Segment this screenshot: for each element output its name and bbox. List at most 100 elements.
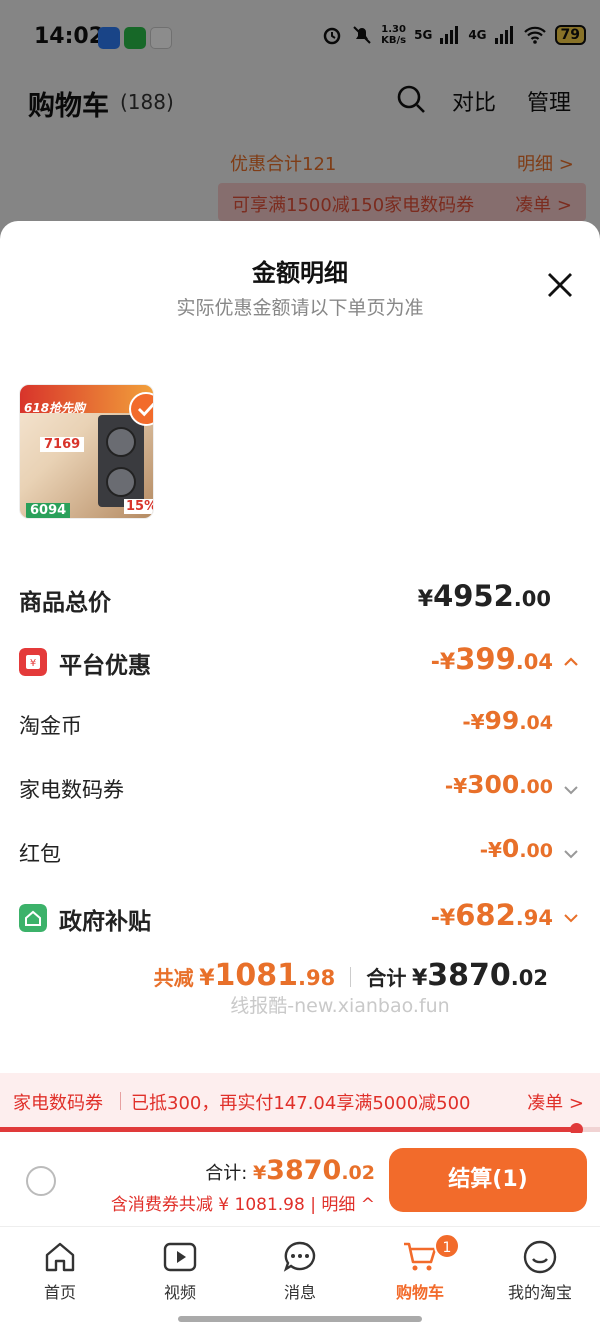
total-sum: 合计 ¥3870.02 (366, 958, 548, 993)
amount-symbol: -¥ (430, 906, 456, 931)
sum-label: 合计 (366, 966, 407, 990)
tab-messages[interactable]: 消息 (240, 1227, 360, 1309)
amount-integer: 682 (455, 898, 516, 932)
row-taojinbi: 淘金币 -¥99.04 (19, 706, 581, 746)
coupon-progress-track (0, 1123, 600, 1136)
amount-decimal: .04 (515, 650, 553, 674)
row-amount: -¥300.00 (445, 770, 553, 799)
amount-integer: 1081 (214, 958, 299, 993)
amount-decimal: .02 (510, 966, 548, 990)
divider (350, 967, 352, 987)
checkout-button[interactable]: 结算(1) (389, 1148, 587, 1212)
cart-badge: 1 (434, 1233, 460, 1259)
amount-integer: 0 (501, 834, 520, 863)
product-thumbnail[interactable]: 618抢先购 7169 6094 15% (19, 384, 154, 519)
amount-decimal: .00 (519, 776, 553, 798)
svg-text:¥: ¥ (30, 658, 36, 669)
checkout-total: 合计: ¥3870.02 (205, 1155, 375, 1186)
amount-detail-sheet: 金额明细 实际优惠金额请以下单页为准 618抢先购 7169 6094 15% … (0, 221, 600, 1333)
checkout-discount-detail[interactable]: 含消费券共减 ¥ 1081.98 | 明细 ^ (111, 1190, 375, 1215)
chevron-down-icon[interactable] (563, 782, 579, 798)
row-label: 政府补贴 (59, 909, 151, 935)
tab-cart[interactable]: 1 购物车 (360, 1227, 480, 1309)
coupon-progress-fill (0, 1127, 576, 1132)
tab-label: 消息 (283, 1283, 316, 1302)
chevron-up-icon[interactable] (563, 654, 579, 670)
row-label: 家电数码券 (19, 778, 124, 802)
profile-icon (523, 1240, 557, 1274)
chevron-down-icon[interactable] (563, 846, 579, 862)
sum-label: 合计: (205, 1163, 248, 1184)
tab-label: 我的淘宝 (507, 1283, 572, 1302)
row-amount: -¥682.94 (431, 898, 553, 932)
chevron-down-icon[interactable] (563, 910, 579, 926)
tab-label: 视频 (163, 1283, 196, 1302)
amount-integer: 4952 (433, 579, 514, 613)
home-indicator[interactable] (178, 1316, 422, 1322)
thumb-promo-badge: 618抢先购 (24, 401, 86, 415)
amount-symbol: -¥ (444, 774, 468, 798)
select-all-radio[interactable] (26, 1166, 56, 1196)
watermark: 线报酷-new.xianbao.fun (230, 995, 450, 1017)
amount-integer: 300 (467, 770, 520, 799)
coupon-action[interactable]: 凑单 > (527, 1089, 584, 1115)
tab-label: 购物车 (395, 1283, 444, 1302)
background-page: 14:02 1.30 KB/s 5G 4G 79 购物车 (188) 对比 管理 … (0, 0, 600, 235)
total-reduce: 共减 ¥1081.98 (154, 958, 336, 993)
tab-home[interactable]: 首页 (0, 1227, 120, 1309)
amount-symbol: -¥ (430, 650, 456, 675)
cart-icon (404, 1242, 437, 1271)
platform-discount-icon: ¥ (19, 648, 47, 676)
row-label: 平台优惠 (59, 653, 151, 679)
thumb-percent: 15% (124, 499, 153, 514)
amount-decimal: .04 (519, 712, 553, 734)
sheet-title: 金额明细 (252, 259, 348, 287)
amount-decimal: .02 (341, 1162, 375, 1184)
government-subsidy-icon (19, 904, 47, 932)
row-amount: -¥399.04 (431, 642, 553, 676)
row-goods-total: 商品总价 ¥4952.00 (19, 579, 581, 619)
sheet-subtitle: 实际优惠金额请以下单页为准 (176, 297, 424, 319)
checkout-bar: 合计: ¥3870.02 含消费券共减 ¥ 1081.98 | 明细 ^ 结算(… (0, 1133, 600, 1223)
bottom-tab-bar: 首页 视频 消息 1 购物车 我的淘宝 (0, 1226, 600, 1308)
thumb-price-top: 7169 (40, 437, 85, 452)
amount-symbol: ¥ (417, 587, 434, 612)
row-platform-discount[interactable]: ¥ 平台优惠 -¥399.04 (19, 642, 581, 682)
amount-symbol: -¥ (462, 710, 485, 734)
tab-profile[interactable]: 我的淘宝 (480, 1227, 600, 1309)
message-icon (283, 1241, 316, 1272)
coupon-progress-banner[interactable]: 家电数码券 已抵300，再实付147.04享满5000减500 凑单 > (0, 1073, 600, 1129)
amount-integer: 99 (484, 706, 520, 735)
total-summary: 共减 ¥1081.98 合计 ¥3870.02 (0, 958, 548, 993)
amount-symbol: ¥ (252, 1162, 267, 1184)
amount-decimal: .00 (519, 840, 553, 862)
home-icon (45, 1242, 75, 1272)
amount-decimal: .00 (513, 587, 551, 611)
row-label: 商品总价 (19, 590, 111, 616)
row-government-subsidy[interactable]: 政府补贴 -¥682.94 (19, 898, 581, 938)
amount-integer: 3870 (427, 958, 511, 993)
washer-drum-bottom (106, 467, 136, 497)
amount-decimal: .94 (515, 906, 553, 930)
divider (120, 1092, 121, 1110)
row-amount: -¥0.00 (480, 834, 553, 863)
close-icon[interactable] (544, 269, 576, 301)
modal-overlay[interactable] (0, 0, 600, 235)
amount-integer: 399 (455, 642, 516, 676)
tab-video[interactable]: 视频 (120, 1227, 240, 1309)
tab-label: 首页 (43, 1283, 76, 1302)
amount-symbol: ¥ (411, 966, 428, 991)
row-amount: -¥99.04 (462, 706, 553, 735)
washer-drum-top (106, 427, 136, 457)
coupon-label: 家电数码券 (13, 1093, 103, 1114)
amount-symbol: -¥ (479, 838, 502, 862)
reduce-label: 共减 (153, 966, 194, 990)
thumb-price-bottom: 6094 (26, 503, 71, 518)
row-amount: ¥4952.00 (418, 579, 551, 613)
row-label: 淘金币 (19, 714, 82, 738)
coupon-message: 已抵300，再实付147.04享满5000减500 (131, 1093, 471, 1114)
amount-decimal: .98 (298, 966, 336, 990)
row-appliance-coupon[interactable]: 家电数码券 -¥300.00 (19, 770, 581, 810)
video-icon (163, 1242, 197, 1272)
row-red-packet[interactable]: 红包 -¥0.00 (19, 834, 581, 874)
